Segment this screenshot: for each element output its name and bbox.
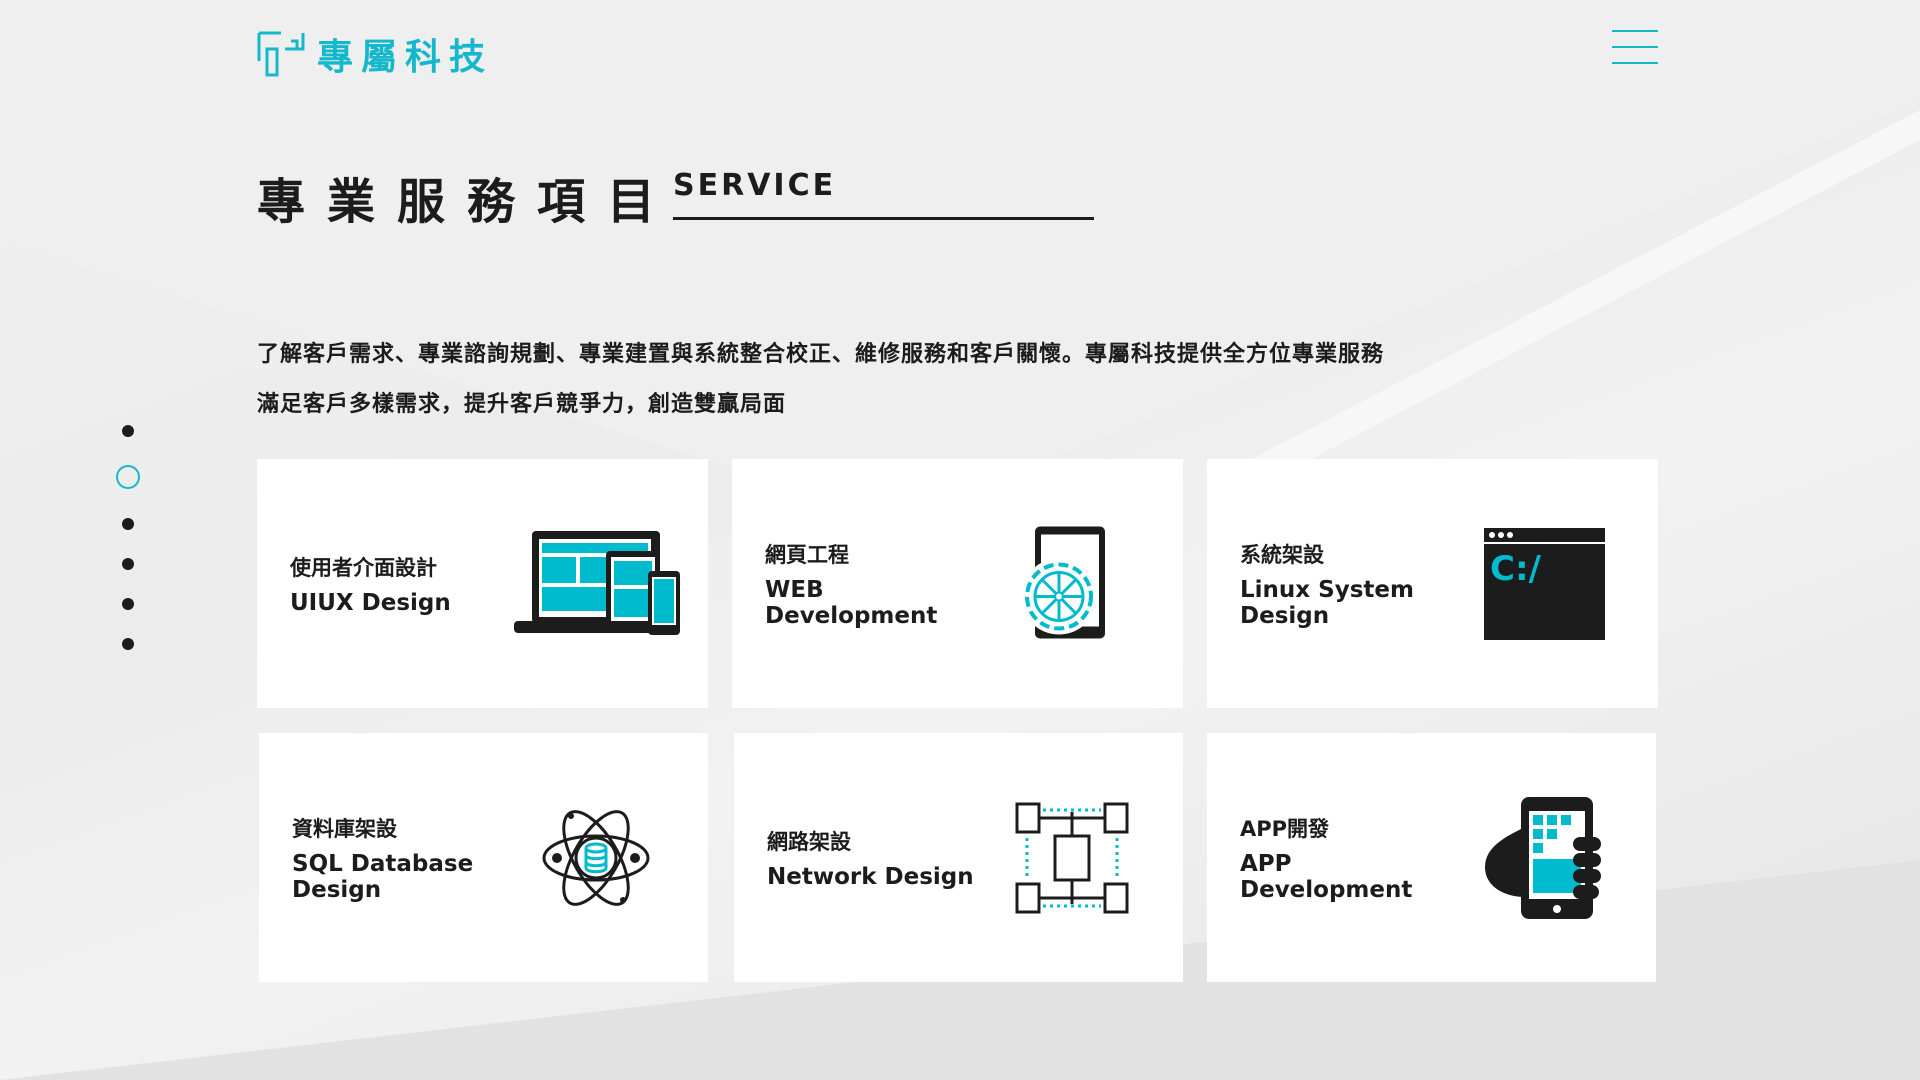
service-en: UIUX Design (290, 589, 451, 616)
service-en: Network Design (767, 863, 974, 890)
service-zh: 網路架設 (767, 829, 851, 854)
network-servers-icon (1015, 802, 1129, 913)
database-atom-icon (542, 809, 650, 906)
responsive-devices-icon (514, 530, 680, 635)
service-card-linux[interactable]: 系統架設 Linux System Design C:/ (1207, 459, 1658, 708)
terminal-icon: C:/ (1484, 527, 1605, 640)
tablet-gear-icon (1021, 526, 1105, 638)
section-description: 了解客戶需求、專業諮詢規劃、專業建置與系統整合校正、維修服務和客戶關懷。專屬科技… (257, 330, 1384, 430)
service-card-sql[interactable]: 資料庫架設 SQL Database Design (259, 733, 708, 982)
service-zh: 資料庫架設 (292, 816, 397, 841)
service-en: APP Development (1240, 850, 1413, 903)
pager-dot-1[interactable] (122, 425, 134, 437)
title-underline (673, 217, 1094, 220)
service-en: Linux System Design (1240, 576, 1414, 629)
service-zh: APP開發 (1240, 816, 1330, 841)
menu-button[interactable] (1612, 30, 1658, 64)
page-title: 專業服務項目 (257, 174, 678, 230)
service-en: SQL Database Design (292, 850, 474, 903)
pager-dot-3[interactable] (122, 518, 134, 530)
service-zh: 網頁工程 (765, 542, 849, 567)
service-en: WEB Development (765, 576, 938, 629)
description-line: 了解客戶需求、專業諮詢規劃、專業建置與系統整合校正、維修服務和客戶關懷。專屬科技… (257, 342, 1385, 367)
logo[interactable]: 專屬科技 (257, 28, 493, 80)
service-card-uiux[interactable]: 使用者介面設計 UIUX Design (257, 459, 708, 708)
pager-dot-6[interactable] (122, 638, 134, 650)
service-card-web[interactable]: 網頁工程 WEB Development (732, 459, 1183, 708)
page-subtitle: SERVICE (673, 168, 837, 203)
service-zh: 使用者介面設計 (290, 555, 437, 580)
service-card-app[interactable]: APP開發 APP Development (1207, 733, 1656, 982)
service-zh: 系統架設 (1240, 542, 1324, 567)
service-card-network[interactable]: 網路架設 Network Design (734, 733, 1183, 982)
hand-phone-icon (1485, 796, 1601, 919)
pager-dot-4[interactable] (122, 558, 134, 570)
description-line: 滿足客戶多樣需求，提升客戶競爭力，創造雙贏局面 (257, 392, 787, 417)
logo-mark-icon (257, 31, 305, 77)
logo-text: 專屬科技 (317, 37, 494, 78)
pager-dot-2-active[interactable] (116, 465, 140, 489)
pager-dot-5[interactable] (122, 598, 134, 610)
svg-text:C:/: C:/ (1490, 549, 1542, 589)
